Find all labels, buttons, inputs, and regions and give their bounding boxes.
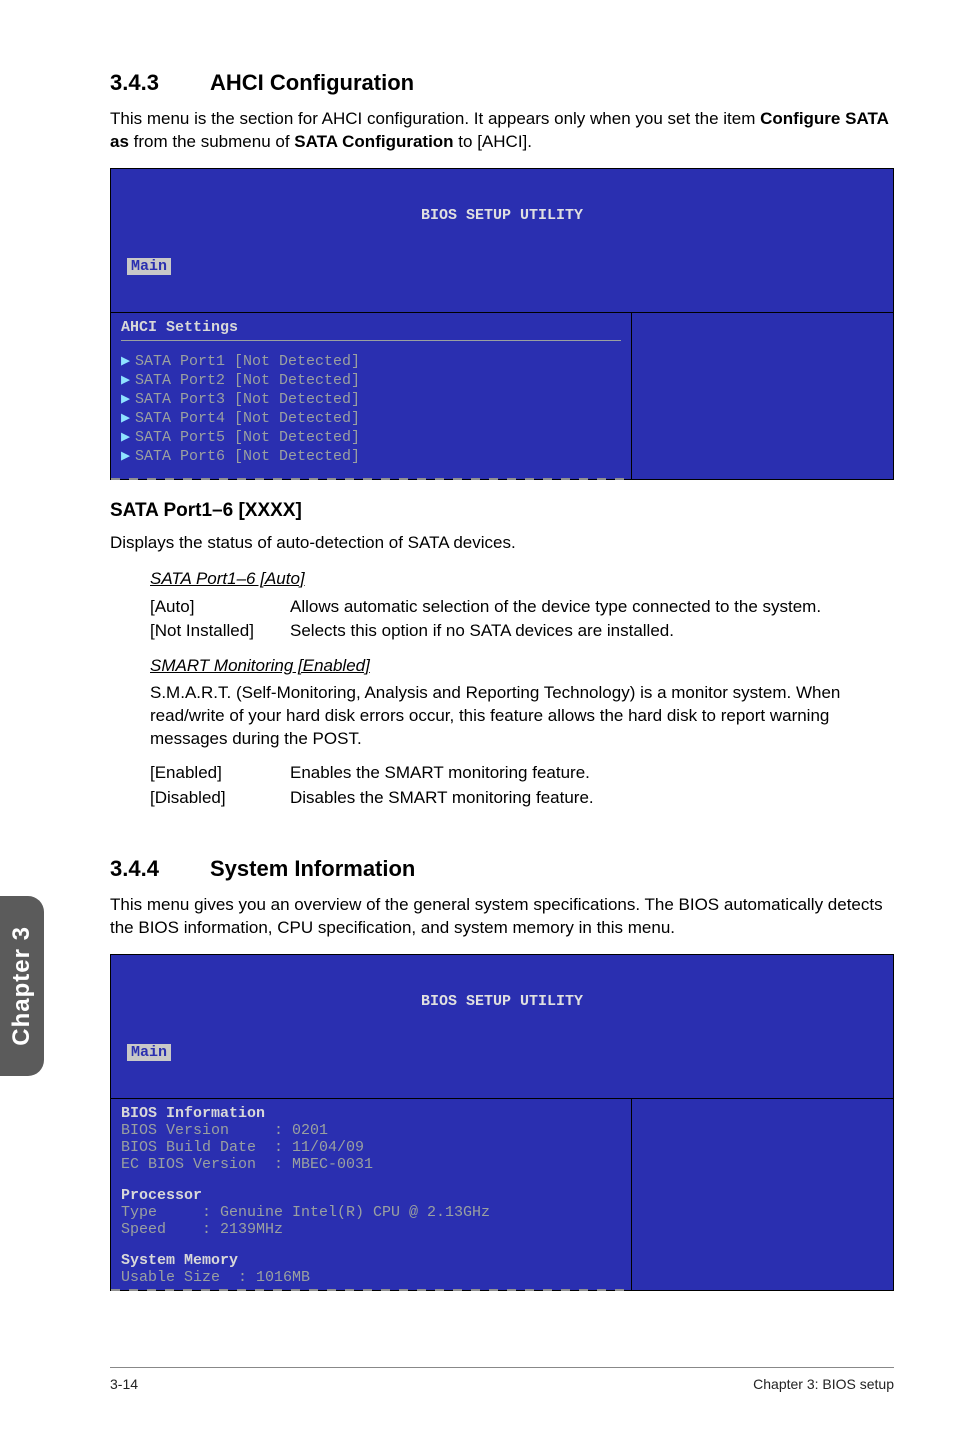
smart-paragraph: S.M.A.R.T. (Self-Monitoring, Analysis an… bbox=[150, 682, 894, 751]
page-footer: 3-14 Chapter 3: BIOS setup bbox=[110, 1367, 894, 1392]
section-title: System Information bbox=[210, 856, 415, 881]
option-row: [Enabled] Enables the SMART monitoring f… bbox=[150, 761, 894, 786]
bios-line: ▶SATA Port5 [Not Detected] bbox=[121, 427, 621, 446]
bios-line: ▶SATA Port1 [Not Detected] bbox=[121, 351, 621, 370]
option-key: [Auto] bbox=[150, 595, 290, 620]
option-value: Disables the SMART monitoring feature. bbox=[290, 786, 894, 811]
bios-line: Type : Genuine Intel(R) CPU @ 2.13GHz bbox=[121, 1204, 621, 1221]
divider-dashed bbox=[111, 478, 631, 480]
bios-sub-heading: AHCI Settings bbox=[121, 319, 621, 341]
bios-title: BIOS SETUP UTILITY bbox=[117, 993, 887, 1010]
sata-heading: SATA Port1–6 [XXXX] bbox=[110, 500, 894, 522]
triangle-icon: ▶ bbox=[121, 427, 135, 446]
section-title: AHCI Configuration bbox=[210, 70, 414, 95]
bios-line: EC BIOS Version : MBEC-0031 bbox=[121, 1156, 621, 1173]
footer-chapter: Chapter 3: BIOS setup bbox=[753, 1376, 894, 1392]
bios-line: Speed : 2139MHz bbox=[121, 1221, 621, 1238]
triangle-icon: ▶ bbox=[121, 408, 135, 427]
sata-sub1-title: SATA Port1–6 [Auto] bbox=[150, 569, 894, 589]
bios-line: ▶SATA Port4 [Not Detected] bbox=[121, 408, 621, 427]
bios-panel-sysinfo: BIOS SETUP UTILITY Main BIOS Information… bbox=[110, 954, 894, 1291]
bios-line: ▶SATA Port6 [Not Detected] bbox=[121, 446, 621, 465]
triangle-icon: ▶ bbox=[121, 370, 135, 389]
section-3-4-3-intro: This menu is the section for AHCI config… bbox=[110, 108, 894, 154]
chapter-side-tab: Chapter 3 bbox=[0, 896, 44, 1076]
section-3-4-3-heading: 3.4.3AHCI Configuration bbox=[110, 70, 894, 96]
bios-line: ▶SATA Port3 [Not Detected] bbox=[121, 389, 621, 408]
section-3-4-4-intro: This menu gives you an overview of the g… bbox=[110, 894, 894, 940]
bios-line: BIOS Version : 0201 bbox=[121, 1122, 621, 1139]
option-key: [Not Installed] bbox=[150, 619, 290, 644]
footer-page-number: 3-14 bbox=[110, 1376, 138, 1392]
bios-line: ▶SATA Port2 [Not Detected] bbox=[121, 370, 621, 389]
bios-tab-main: Main bbox=[127, 258, 171, 275]
option-row: [Not Installed] Selects this option if n… bbox=[150, 619, 894, 644]
bios-group-heading: Processor bbox=[121, 1187, 621, 1204]
option-value: Enables the SMART monitoring feature. bbox=[290, 761, 894, 786]
bios-title: BIOS SETUP UTILITY bbox=[117, 207, 887, 224]
section-3-4-4-heading: 3.4.4System Information bbox=[110, 856, 894, 882]
section-number: 3.4.3 bbox=[110, 70, 210, 96]
triangle-icon: ▶ bbox=[121, 446, 135, 465]
bios-group-heading: System Memory bbox=[121, 1252, 621, 1269]
sata-desc: Displays the status of auto-detection of… bbox=[110, 532, 894, 555]
option-row: [Auto] Allows automatic selection of the… bbox=[150, 595, 894, 620]
bios-panel-ahci: BIOS SETUP UTILITY Main AHCI Settings ▶S… bbox=[110, 168, 894, 480]
option-key: [Enabled] bbox=[150, 761, 290, 786]
option-key: [Disabled] bbox=[150, 786, 290, 811]
option-row: [Disabled] Disables the SMART monitoring… bbox=[150, 786, 894, 811]
triangle-icon: ▶ bbox=[121, 351, 135, 370]
section-number: 3.4.4 bbox=[110, 856, 210, 882]
option-value: Allows automatic selection of the device… bbox=[290, 595, 894, 620]
sata-sub2-title: SMART Monitoring [Enabled] bbox=[150, 656, 894, 676]
bios-line: Usable Size : 1016MB bbox=[121, 1269, 621, 1286]
option-value: Selects this option if no SATA devices a… bbox=[290, 619, 894, 644]
bios-group-heading: BIOS Information bbox=[121, 1105, 621, 1122]
bios-line: BIOS Build Date : 11/04/09 bbox=[121, 1139, 621, 1156]
chapter-side-tab-label: Chapter 3 bbox=[8, 926, 36, 1046]
bios-tab-main: Main bbox=[127, 1044, 171, 1061]
triangle-icon: ▶ bbox=[121, 389, 135, 408]
divider-dashed bbox=[111, 1289, 631, 1291]
